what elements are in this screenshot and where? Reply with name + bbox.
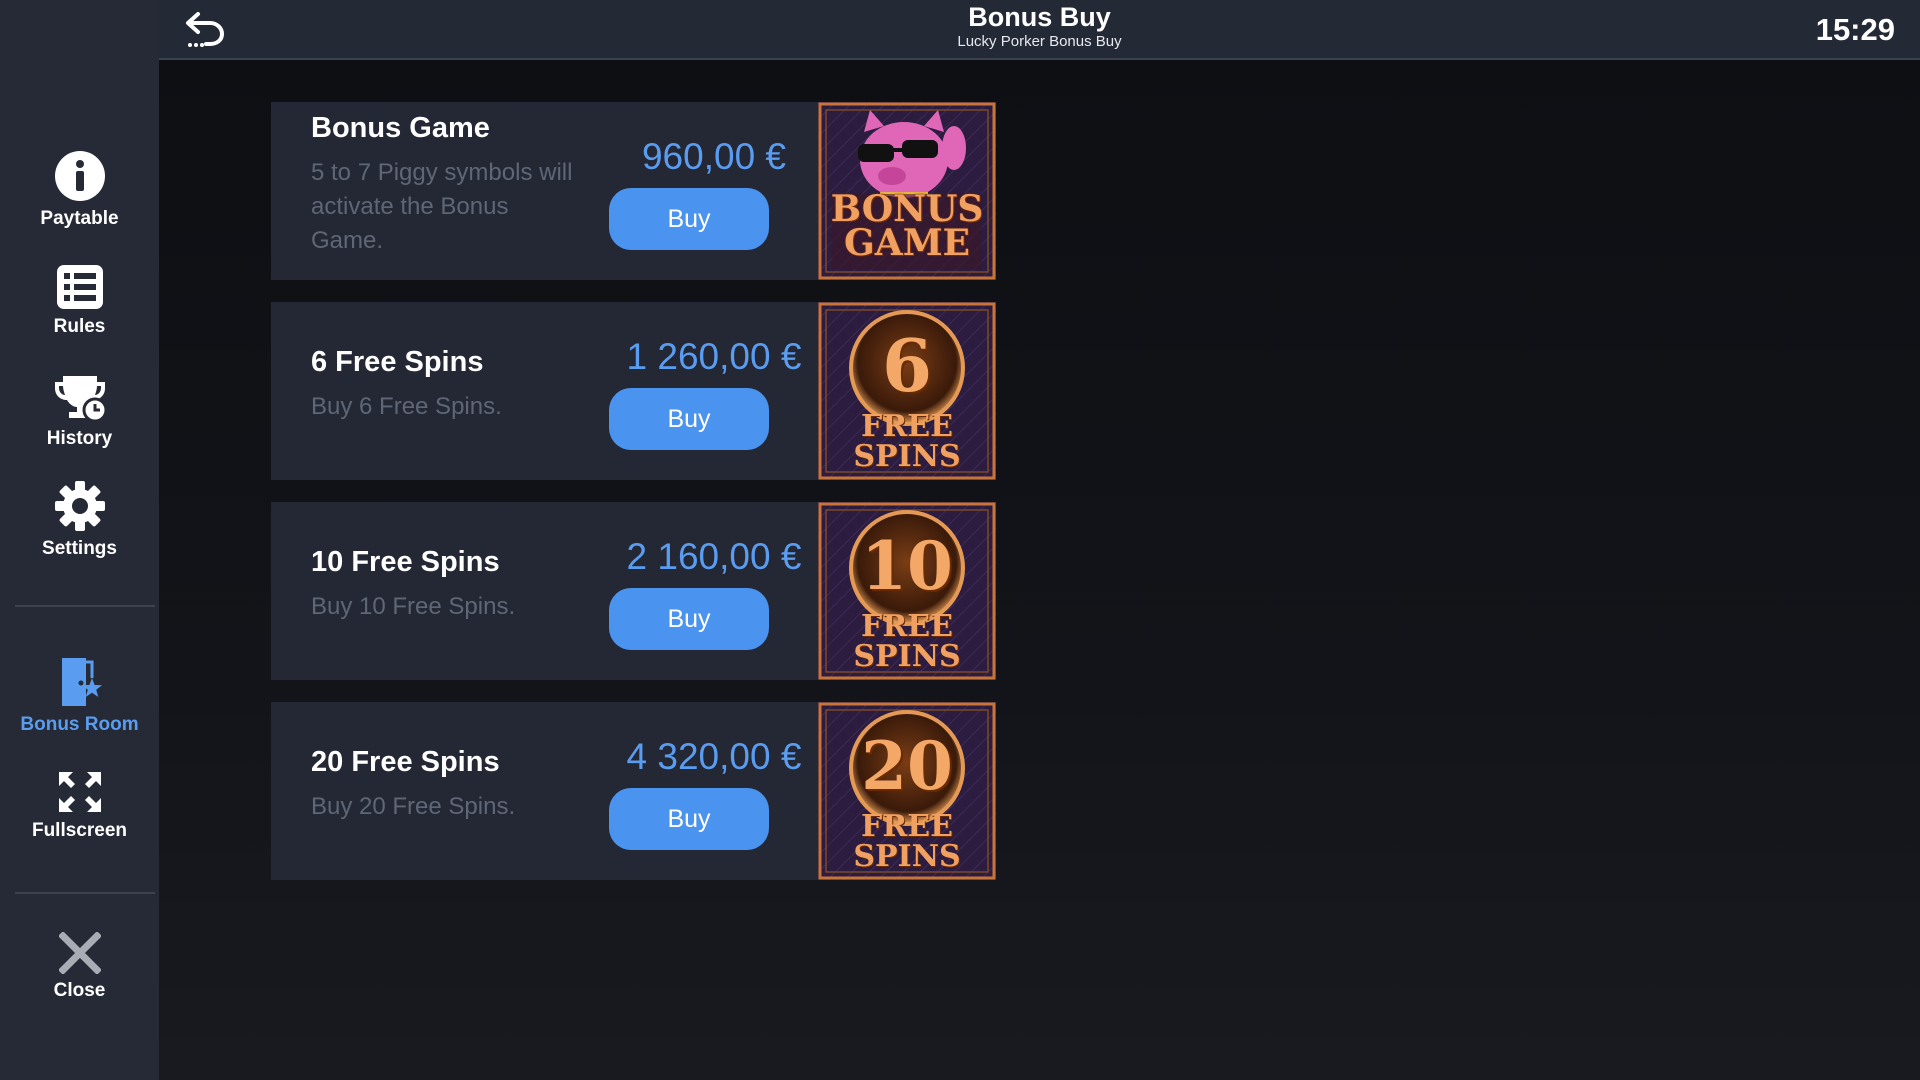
card-title: 10 Free Spins xyxy=(311,546,500,578)
badge-label: FREE SPINS xyxy=(818,812,996,872)
card-description: Buy 20 Free Spins. xyxy=(311,793,516,820)
clock: 15:29 xyxy=(1815,12,1895,47)
free-spins-thumbnail: 20 FREE SPINS xyxy=(818,702,996,880)
bonus-room-icon xyxy=(61,658,102,706)
badge-top: FREE xyxy=(861,609,953,644)
badge-label: FREE SPINS xyxy=(818,412,996,472)
bonus-card-6-free-spins: 6 Free Spins Buy 6 Free Spins. 1 260,00 … xyxy=(271,302,996,480)
bonus-card-bonus-game: Bonus Game 5 to 7 Piggy symbols will act… xyxy=(271,102,996,280)
sidebar: Paytable Rules History Settings Bonus Ro… xyxy=(0,0,159,1080)
sidebar-item-fullscreen[interactable]: Fullscreen xyxy=(0,770,159,842)
card-title: 6 Free Spins xyxy=(311,346,484,378)
trophy-clock-icon xyxy=(54,376,107,422)
badge-top: BONUS xyxy=(830,188,984,230)
card-price: 2 160,00 € xyxy=(626,536,802,577)
buy-button[interactable]: Buy xyxy=(609,388,769,450)
badge-number: 10 xyxy=(861,527,953,605)
card-title: Bonus Game xyxy=(311,112,490,144)
card-price: 960,00 € xyxy=(641,136,787,177)
bonus-game-thumbnail: BONUS GAME xyxy=(818,102,996,280)
sidebar-item-label: Fullscreen xyxy=(31,820,128,841)
gear-icon xyxy=(54,481,105,531)
sidebar-item-label: Settings xyxy=(42,538,117,559)
card-price: 4 320,00 € xyxy=(626,736,802,777)
close-icon xyxy=(58,932,101,974)
sidebar-item-label: Paytable xyxy=(40,208,119,229)
sidebar-item-label: History xyxy=(46,428,113,449)
free-spins-thumbnail: 6 FREE SPINS xyxy=(818,302,996,480)
card-description: Buy 10 Free Spins. xyxy=(311,593,516,620)
sidebar-divider xyxy=(15,892,155,894)
bonus-card-20-free-spins: 20 Free Spins Buy 20 Free Spins. 4 320,0… xyxy=(271,702,996,880)
badge-bottom: SPINS xyxy=(853,639,961,674)
sidebar-item-label: Close xyxy=(53,980,106,1001)
card-price: 1 260,00 € xyxy=(626,336,802,377)
sidebar-item-label: Rules xyxy=(53,316,106,337)
list-icon xyxy=(56,265,103,309)
sidebar-item-settings[interactable]: Settings xyxy=(0,480,159,560)
buy-button[interactable]: Buy xyxy=(609,188,769,250)
sidebar-item-history[interactable]: History xyxy=(0,374,159,450)
sidebar-item-close[interactable]: Close xyxy=(0,932,159,1002)
bonus-card-10-free-spins: 10 Free Spins Buy 10 Free Spins. 2 160,0… xyxy=(271,502,996,680)
sidebar-item-rules[interactable]: Rules xyxy=(0,264,159,338)
card-description: 5 to 7 Piggy symbols will activate the B… xyxy=(311,159,573,254)
buy-button[interactable]: Buy xyxy=(609,588,769,650)
bonus-buy-list: Bonus Game 5 to 7 Piggy symbols will act… xyxy=(159,60,1920,1080)
sidebar-item-bonus-room[interactable]: Bonus Room xyxy=(0,656,159,736)
badge-top: FREE xyxy=(861,809,953,844)
fullscreen-icon xyxy=(58,772,101,812)
page-subtitle: Lucky Porker Bonus Buy xyxy=(957,33,1122,50)
badge-label: BONUS GAME xyxy=(818,188,996,264)
info-icon xyxy=(54,151,105,201)
buy-button[interactable]: Buy xyxy=(609,788,769,850)
badge-number: 20 xyxy=(861,727,953,805)
sidebar-divider xyxy=(15,605,155,607)
badge-top: FREE xyxy=(861,409,953,444)
free-spins-thumbnail: 10 FREE SPINS xyxy=(818,502,996,680)
card-title: 20 Free Spins xyxy=(311,746,500,778)
sidebar-item-label: Bonus Room xyxy=(20,714,139,735)
badge-bottom: SPINS xyxy=(853,439,961,474)
header-bar: Bonus Buy Lucky Porker Bonus Buy 15:29 xyxy=(159,0,1920,60)
badge-label: FREE SPINS xyxy=(818,612,996,672)
page-title: Bonus Buy xyxy=(968,2,1111,32)
badge-bottom: SPINS xyxy=(853,839,961,874)
badge-number: 6 xyxy=(881,323,933,408)
card-description: Buy 6 Free Spins. xyxy=(311,393,502,420)
badge-bottom: GAME xyxy=(844,222,970,264)
sidebar-item-paytable[interactable]: Paytable xyxy=(0,150,159,230)
